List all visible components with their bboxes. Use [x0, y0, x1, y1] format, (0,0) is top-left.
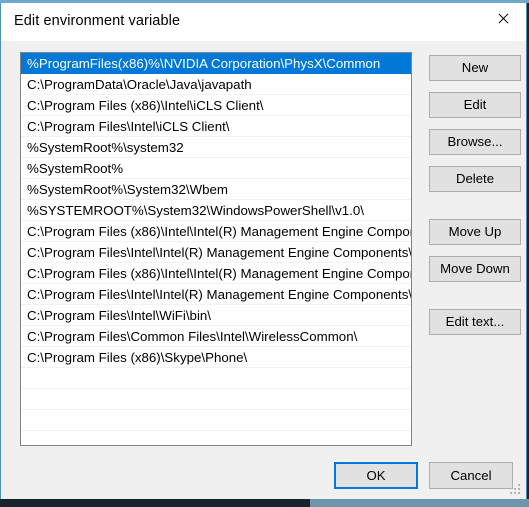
list-item[interactable]: %SystemRoot%\System32\Wbem — [21, 179, 411, 200]
edit-environment-variable-dialog: Edit environment variable %ProgramFiles(… — [0, 3, 527, 499]
resize-grip-dot — [514, 492, 516, 494]
list-item[interactable]: C:\ProgramData\Oracle\Java\javapath — [21, 74, 411, 95]
resize-grip[interactable] — [510, 484, 522, 496]
list-item-empty[interactable] — [21, 389, 411, 410]
edit-text-button[interactable]: Edit text... — [429, 309, 521, 335]
delete-button[interactable]: Delete — [429, 166, 521, 192]
resize-grip-dot — [518, 492, 520, 494]
list-item[interactable]: %SYSTEMROOT%\System32\WindowsPowerShell\… — [21, 200, 411, 221]
list-item[interactable]: %SystemRoot% — [21, 158, 411, 179]
list-item[interactable]: %ProgramFiles(x86)%\NVIDIA Corporation\P… — [21, 53, 411, 74]
path-values-list[interactable]: %ProgramFiles(x86)%\NVIDIA Corporation\P… — [20, 52, 412, 446]
move-up-button[interactable]: Move Up — [429, 219, 521, 245]
dialog-body: %ProgramFiles(x86)%\NVIDIA Corporation\P… — [1, 41, 526, 499]
list-item[interactable]: C:\Program Files\Intel\WiFi\bin\ — [21, 305, 411, 326]
close-icon — [497, 12, 510, 25]
resize-grip-dot — [518, 488, 520, 490]
list-item-empty[interactable] — [21, 410, 411, 431]
list-item[interactable]: C:\Program Files\Intel\Intel(R) Manageme… — [21, 284, 411, 305]
resize-grip-dot — [518, 484, 520, 486]
background-bottom-strip — [310, 499, 529, 507]
resize-grip-dot — [514, 488, 516, 490]
list-item[interactable]: C:\Program Files\Intel\iCLS Client\ — [21, 116, 411, 137]
background-taskbar — [0, 499, 310, 507]
list-item[interactable]: C:\Program Files\Common Files\Intel\Wire… — [21, 326, 411, 347]
move-down-button[interactable]: Move Down — [429, 256, 521, 282]
new-button[interactable]: New — [429, 55, 521, 81]
window-title: Edit environment variable — [14, 13, 181, 29]
list-item-empty[interactable] — [21, 368, 411, 389]
title-bar[interactable]: Edit environment variable — [1, 3, 526, 41]
resize-grip-dot — [510, 492, 512, 494]
ok-button[interactable]: OK — [334, 462, 418, 489]
list-item[interactable]: C:\Program Files\Intel\Intel(R) Manageme… — [21, 242, 411, 263]
close-button[interactable] — [480, 3, 526, 33]
list-item[interactable]: C:\Program Files (x86)\Intel\iCLS Client… — [21, 95, 411, 116]
cancel-button[interactable]: Cancel — [429, 462, 513, 489]
browse-button[interactable]: Browse... — [429, 129, 521, 155]
list-item[interactable]: C:\Program Files (x86)\Skype\Phone\ — [21, 347, 411, 368]
list-item[interactable]: C:\Program Files (x86)\Intel\Intel(R) Ma… — [21, 221, 411, 242]
list-item-empty[interactable] — [21, 431, 411, 445]
list-item[interactable]: C:\Program Files (x86)\Intel\Intel(R) Ma… — [21, 263, 411, 284]
edit-button[interactable]: Edit — [429, 92, 521, 118]
list-item[interactable]: %SystemRoot%\system32 — [21, 137, 411, 158]
